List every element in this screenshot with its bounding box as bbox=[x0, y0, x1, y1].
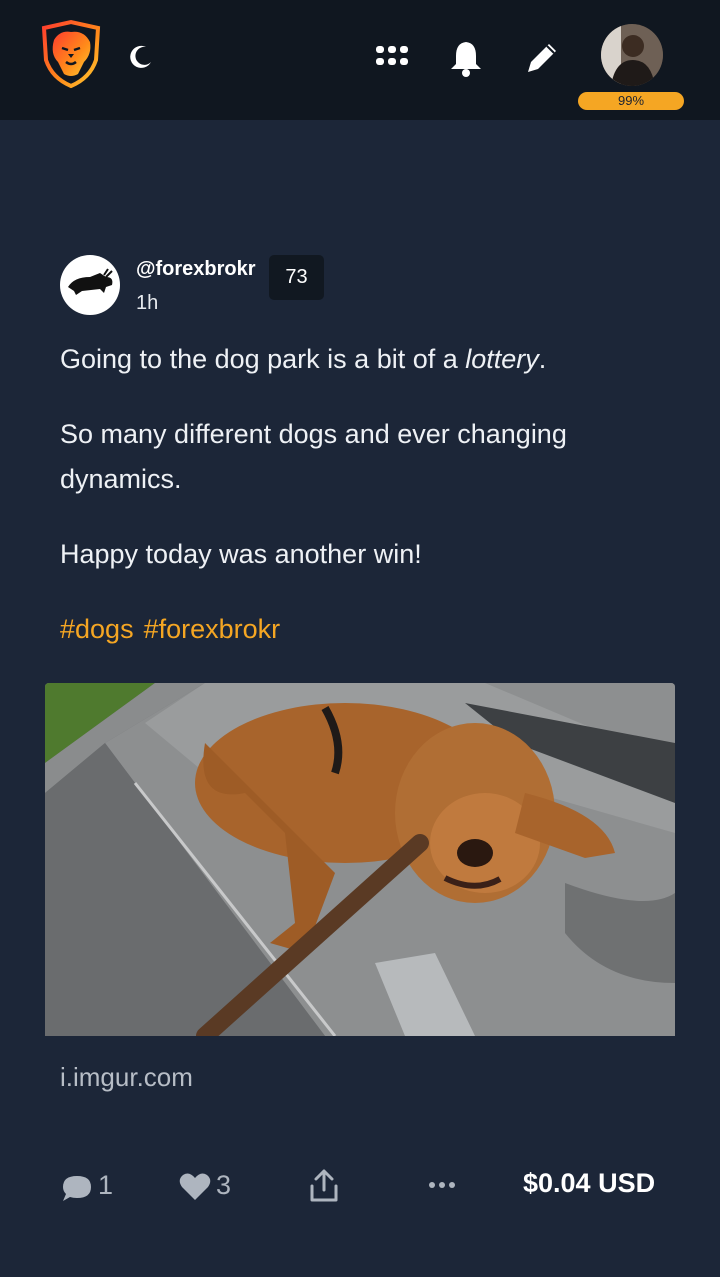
resource-credits-badge: 99% bbox=[578, 92, 684, 110]
post-image[interactable] bbox=[45, 683, 675, 1036]
paragraph-1-italic: lottery bbox=[465, 344, 539, 374]
tag-dogs[interactable]: #dogs bbox=[60, 614, 134, 644]
paragraph-3: Happy today was another win! bbox=[60, 539, 422, 569]
author-name[interactable]: @forexbrokr bbox=[136, 258, 256, 281]
heart-icon[interactable] bbox=[178, 1172, 212, 1202]
author-avatar[interactable] bbox=[60, 255, 120, 315]
post-time[interactable]: 1h bbox=[136, 292, 158, 315]
post-body: Going to the dog park is a bit of a lott… bbox=[60, 337, 670, 607]
top-bar: 99% bbox=[0, 0, 720, 120]
comment-icon[interactable] bbox=[60, 1172, 94, 1204]
pencil-icon[interactable] bbox=[522, 38, 562, 78]
paragraph-1-text: Going to the dog park is a bit of a bbox=[60, 344, 466, 374]
comment-count[interactable]: 1 bbox=[98, 1170, 113, 1201]
share-icon[interactable] bbox=[308, 1168, 340, 1204]
moon-icon[interactable] bbox=[126, 42, 156, 72]
like-count[interactable]: 3 bbox=[216, 1170, 231, 1201]
tag-forexbrokr[interactable]: #forexbrokr bbox=[144, 614, 281, 644]
user-avatar[interactable] bbox=[601, 24, 663, 86]
more-options-icon[interactable] bbox=[428, 1178, 456, 1190]
paragraph-2: So many different dogs and ever changing… bbox=[60, 419, 567, 494]
paragraph-1-end: . bbox=[538, 344, 547, 374]
paragraph-1: Going to the dog park is a bit of a lott… bbox=[60, 337, 670, 382]
grid-icon[interactable] bbox=[372, 40, 412, 76]
link-domain[interactable]: i.imgur.com bbox=[60, 1062, 193, 1093]
lion-logo-icon[interactable] bbox=[38, 18, 104, 90]
tag-list: #dogs #forexbrokr bbox=[60, 607, 290, 652]
post-actions: 1 3 $0.04 USD bbox=[0, 1160, 720, 1216]
reputation-badge: 73 bbox=[269, 255, 324, 300]
bell-icon[interactable] bbox=[448, 38, 484, 78]
payout-value[interactable]: $0.04 USD bbox=[523, 1168, 655, 1199]
